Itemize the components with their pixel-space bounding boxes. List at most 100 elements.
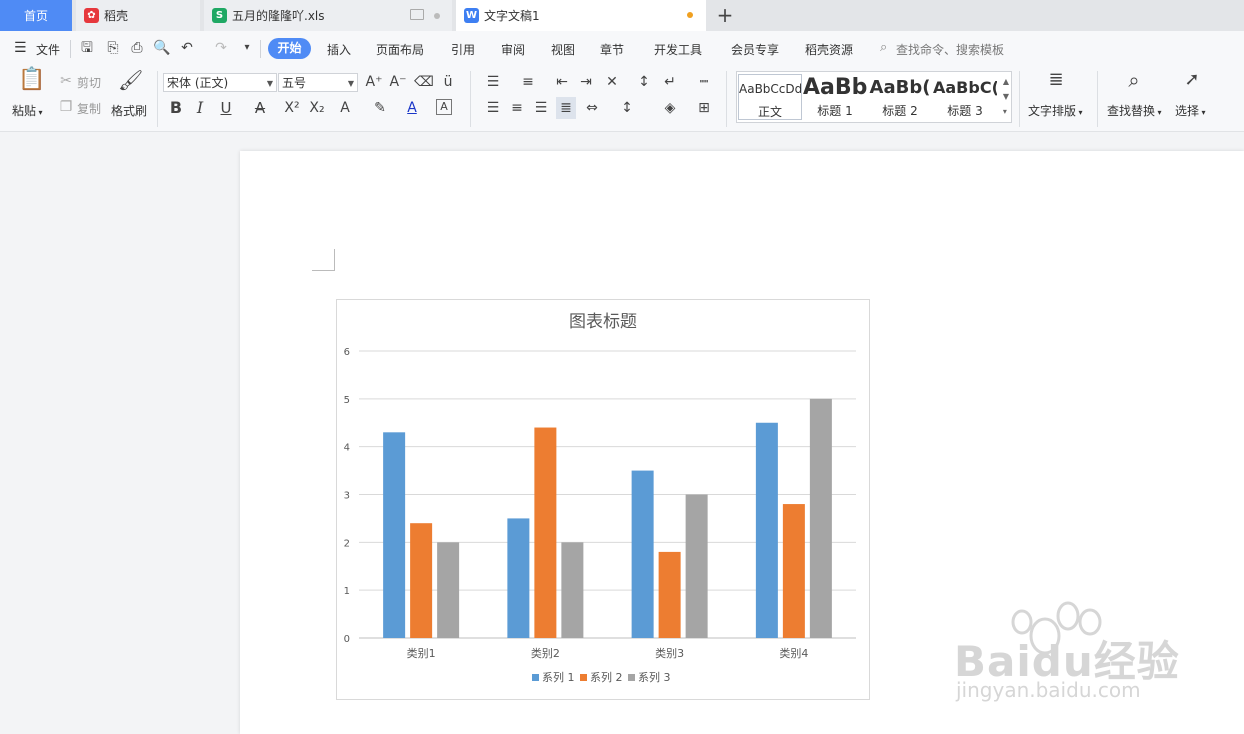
style-heading-2[interactable]: AaBb( 标题 2 [868, 74, 932, 120]
decrease-indent-icon[interactable]: ⇤ [552, 73, 572, 91]
underline-icon[interactable]: U [216, 99, 236, 117]
font-size-select[interactable]: 五号 ▼ [278, 73, 358, 92]
style-label: 正文 [757, 105, 782, 119]
align-right-icon[interactable]: ☰ [531, 99, 551, 117]
print-preview-icon[interactable]: 🔍 [153, 39, 171, 57]
style-heading-3[interactable]: AaBbC( 标题 3 [933, 74, 997, 120]
copy-icon[interactable]: ❐ [56, 98, 76, 116]
tab-daoke[interactable]: ✿ 稻壳 [76, 0, 200, 31]
increase-indent-icon[interactable]: ⇥ [576, 73, 596, 91]
paste-button[interactable]: 粘贴 ▾ [12, 102, 43, 119]
pinyin-icon[interactable]: ü [438, 73, 458, 91]
chevron-down-icon: ▼ [347, 79, 354, 88]
select-button[interactable]: 选择 ▾ [1175, 102, 1206, 119]
align-center-icon[interactable]: ≡ [507, 99, 527, 117]
italic-icon[interactable]: I [190, 99, 210, 117]
tab-xls[interactable]: S 五月的隆隆吖.xls [204, 0, 452, 31]
style-normal[interactable]: AaBbCcDd 正文 [738, 74, 802, 120]
superscript-icon[interactable]: X² [282, 99, 302, 117]
line-spacing-icon[interactable]: ↕ [617, 99, 637, 117]
menu-review[interactable]: 审阅 [501, 41, 525, 58]
bold-icon[interactable]: B [166, 99, 186, 117]
tab-home[interactable]: 首页 [0, 0, 72, 31]
char-border-icon[interactable]: A [436, 99, 452, 115]
menu-chapter[interactable]: 章节 [600, 41, 624, 58]
baidu-watermark: Baidu经验 jingyan.baidu.com [950, 600, 1190, 710]
chevron-down-icon: ▼ [266, 79, 273, 88]
align-left-icon[interactable]: ☰ [483, 99, 503, 117]
y-tick-label: 4 [344, 443, 350, 454]
chinese-layout-icon[interactable]: ✕ [602, 73, 622, 91]
cut-button[interactable]: 剪切 [77, 74, 101, 91]
find-replace-icon[interactable]: ⌕ [1122, 70, 1146, 95]
strikethrough-icon[interactable]: A [250, 99, 270, 117]
menu-home[interactable]: 开始 [268, 38, 311, 59]
menu-file[interactable]: 文件 [36, 41, 60, 58]
menu-page-layout[interactable]: 页面布局 [376, 41, 424, 58]
redo-icon[interactable]: ↷ [212, 39, 230, 57]
font-name-select[interactable]: 宋体 (正文) ▼ [163, 73, 277, 92]
y-tick-label: 6 [344, 347, 350, 358]
x-category-label: 类别1 [407, 646, 436, 660]
search-icon: ⌕ [880, 40, 888, 55]
save-icon[interactable]: 🖫 [78, 39, 96, 57]
format-painter-button[interactable]: 格式刷 [111, 102, 147, 119]
subscript-icon[interactable]: X₂ [307, 99, 327, 117]
undo-icon[interactable]: ↶ [178, 39, 196, 57]
highlight-icon[interactable]: ✎ [370, 99, 390, 117]
legend-swatch-2 [580, 674, 587, 681]
find-replace-button[interactable]: 查找替换 ▾ [1107, 102, 1162, 119]
select-label: 选择 [1175, 104, 1200, 118]
font-color-icon[interactable]: A [402, 99, 422, 117]
print-icon[interactable]: ⎙ [128, 39, 146, 57]
ruler-icon[interactable]: ┉ [694, 73, 714, 91]
borders-icon[interactable]: ⊞ [694, 99, 714, 117]
format-painter-icon[interactable]: 🖌 [118, 70, 143, 97]
group-divider [1019, 71, 1020, 127]
menu-developer[interactable]: 开发工具 [654, 41, 702, 58]
paste-icon[interactable]: 📋 [18, 69, 45, 99]
legend-label-2: 系列 2 [590, 670, 623, 684]
menu-daoke-resources[interactable]: 稻壳资源 [805, 41, 853, 58]
sort-icon[interactable]: ↕ [634, 73, 654, 91]
hamburger-icon[interactable]: ☰ [14, 40, 27, 56]
bullet-list-icon[interactable]: ☰ [483, 73, 503, 91]
chart-object[interactable]: 图表标题 0 1 2 3 4 5 6 类别1 类别2 类别3 类别4 系列 1 系列 2 系列 3 [336, 299, 870, 700]
menu-view[interactable]: 视图 [551, 41, 575, 58]
shading-icon[interactable]: ◈ [660, 99, 680, 117]
tab-xls-label: 五月的隆隆吖.xls [232, 9, 325, 23]
text-layout-button[interactable]: 文字排版 ▾ [1028, 102, 1083, 119]
bar-1-3 [631, 470, 654, 638]
menu-references[interactable]: 引用 [451, 41, 475, 58]
menu-insert[interactable]: 插入 [327, 41, 351, 58]
cloud-status-icon [410, 9, 424, 20]
shrink-font-icon[interactable]: A⁻ [388, 73, 408, 91]
style-scroll-arrows[interactable]: ▲ ▼ ▾ [1003, 74, 1009, 119]
clear-format-icon[interactable]: ⌫ [414, 73, 434, 91]
y-tick-label: 2 [344, 538, 350, 549]
customize-toolbar-icon[interactable]: ▾ [238, 39, 256, 57]
select-cursor-icon[interactable]: ➚ [1180, 71, 1204, 95]
justify-icon[interactable]: ≣ [556, 97, 576, 119]
menu-member[interactable]: 会员专享 [731, 41, 779, 58]
copy-button[interactable]: 复制 [77, 100, 101, 117]
tab-doc[interactable]: W 文字文稿1 [456, 0, 706, 31]
text-layout-icon[interactable]: ≣ [1044, 71, 1068, 95]
group-divider [470, 71, 471, 127]
tab-home-label: 首页 [23, 9, 48, 23]
x-category-label: 类别3 [655, 646, 684, 660]
grow-font-icon[interactable]: A⁺ [364, 73, 384, 91]
new-tab-button[interactable]: + [713, 4, 737, 28]
distribute-icon[interactable]: ⇔ [582, 99, 602, 117]
export-pdf-icon[interactable]: ⎘ [104, 39, 122, 57]
text-effect-icon[interactable]: A [335, 99, 355, 117]
font-size-value: 五号 [282, 76, 307, 90]
paragraph-mark-icon[interactable]: ↵ [660, 73, 680, 91]
group-divider [1097, 71, 1098, 127]
style-heading-1[interactable]: AaBb 标题 1 [803, 74, 867, 120]
tab-close-dot[interactable] [434, 13, 440, 19]
command-search[interactable]: 查找命令、搜索模板 [896, 41, 1004, 58]
numbered-list-icon[interactable]: ≡ [518, 73, 538, 91]
find-replace-label: 查找替换 [1107, 104, 1156, 118]
cut-icon[interactable]: ✂ [56, 72, 76, 90]
